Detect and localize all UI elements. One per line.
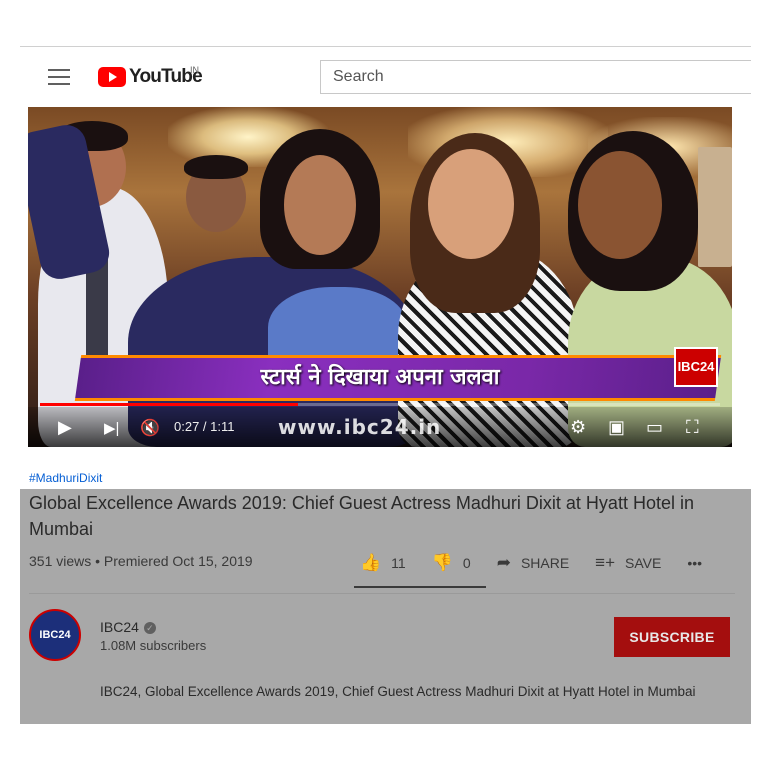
player-controls: ▶ ▶| 🔇 0:27 / 1:11 www.ibc24.in ⚙ ▣ ▭ ⛶ [28,407,732,447]
verified-check-icon: ✓ [143,622,156,634]
subscribe-button[interactable]: SUBSCRIBE [614,617,730,657]
playlist-add-icon: ≡+ [595,553,616,572]
like-count: 11 [391,555,406,571]
divider [29,593,735,594]
action-bar: 👍 11 👎 0 ➦ SHARE ≡+ SAVE ••• [360,551,728,575]
play-icon[interactable]: ▶ [58,417,72,438]
person-back-hair [184,155,248,179]
progress-bar[interactable] [40,403,720,406]
masthead: YouTube IN Search [20,47,751,107]
settings-gear-icon[interactable]: ⚙ [570,417,586,438]
channel-name-row[interactable]: IBC24 ✓ [100,619,156,635]
dimmed-overlay: Global Excellence Awards 2019: Chief Gue… [20,489,751,724]
person-selfie-face [284,155,356,255]
save-button[interactable]: ≡+ SAVE [595,553,661,573]
search-input[interactable]: Search [320,60,751,94]
more-actions-button[interactable]: ••• [687,555,702,571]
theater-mode-icon[interactable]: ▭ [646,417,663,438]
view-count-date: 351 views • Premiered Oct 15, 2019 [29,553,253,569]
youtube-page: YouTube IN Search स्टार्स ने दिखाया अपना… [20,46,751,724]
video-description: IBC24, Global Excellence Awards 2019, Ch… [100,684,696,699]
actress-face [428,149,514,259]
like-button[interactable]: 👍 11 [360,553,406,573]
hashtag-area: #MadhuriDixit [20,447,751,489]
fullscreen-icon[interactable]: ⛶ [686,417,699,438]
share-arrow-icon: ➦ [496,553,511,572]
video-title: Global Excellence Awards 2019: Chief Gue… [29,493,694,539]
subscriber-count: 1.08M subscribers [100,638,207,653]
share-label: SHARE [520,555,570,571]
youtube-logo[interactable]: YouTube [98,65,203,89]
hamburger-menu-icon[interactable] [48,69,70,85]
country-code: IN [190,65,199,75]
sentiment-bar [354,586,486,588]
channel-name[interactable]: IBC24 [100,619,139,635]
progress-fill [40,403,299,406]
miniplayer-icon[interactable]: ▣ [608,417,625,438]
banner-caption: स्टार्स ने दिखाया अपना जलवा [260,365,500,390]
video-player[interactable]: स्टार्स ने दिखाया अपना जलवा IBC24 ▶ ▶| 🔇… [28,107,732,447]
thumbs-down-icon: 👎 [431,553,453,572]
dislike-count: 0 [462,555,471,571]
mute-icon[interactable]: 🔇 [140,418,160,438]
next-icon[interactable]: ▶| [104,419,119,437]
person-right-face [578,151,662,259]
video-info: #MadhuriDixit Global Excellence Awards 2… [20,447,751,724]
dislike-button[interactable]: 👎 0 [432,553,471,573]
channel-avatar[interactable]: IBC24 [29,609,81,661]
more-icon: ••• [687,555,703,571]
save-label: SAVE [625,555,662,571]
thumbs-up-icon: 👍 [360,553,382,572]
hashtag-link[interactable]: #MadhuriDixit [29,471,102,485]
share-button[interactable]: ➦ SHARE [497,553,569,573]
wall-frame [698,147,732,267]
time-display: 0:27 / 1:11 [174,419,235,434]
youtube-play-icon [98,67,126,87]
channel-badge: IBC24 [674,347,718,387]
